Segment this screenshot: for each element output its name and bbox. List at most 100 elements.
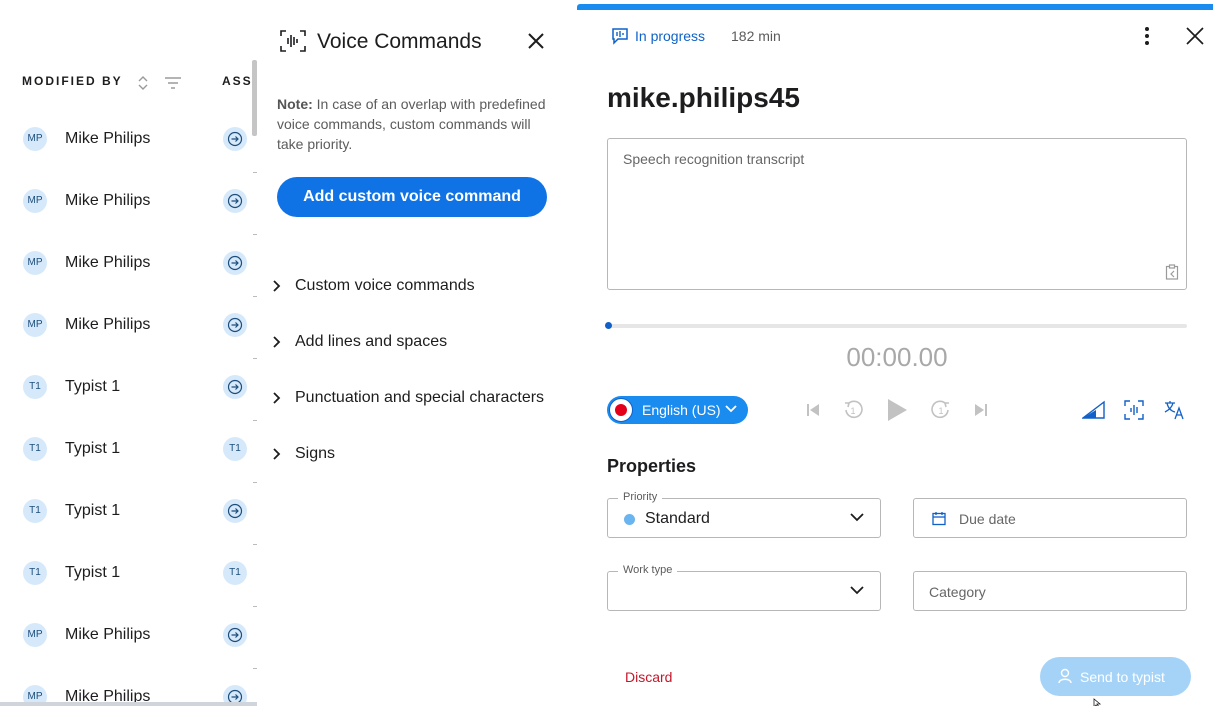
modified-by-name: Mike Philips bbox=[65, 192, 151, 209]
job-detail-panel: In progress 182 min mike.philips45 00:00… bbox=[577, 0, 1213, 706]
table-row[interactable]: T1 Typist 1 T1 bbox=[0, 544, 257, 592]
section-punctuation[interactable]: Punctuation and special characters bbox=[271, 387, 571, 409]
table-row[interactable]: MP Mike Philips bbox=[0, 606, 257, 654]
assignee-avatar[interactable]: T1 bbox=[223, 561, 247, 585]
avatar: MP bbox=[23, 313, 47, 337]
language-label: English (US) bbox=[642, 402, 721, 418]
avatar: MP bbox=[23, 189, 47, 213]
seek-handle[interactable] bbox=[605, 322, 612, 329]
send-to-typist-button[interactable]: Send to typist bbox=[1040, 657, 1191, 696]
due-date-placeholder: Due date bbox=[959, 511, 1016, 527]
voice-commands-panel: Voice Commands Note: In case of an overl… bbox=[257, 0, 577, 706]
properties-title: Properties bbox=[607, 456, 697, 476]
section-label: Punctuation and special characters bbox=[295, 389, 545, 406]
job-list-pane: MODIFIED BY ASSI MP Mike Philips MP Mike Ph… bbox=[0, 0, 257, 706]
column-header-modified-by[interactable]: MODIFIED BY bbox=[22, 74, 123, 88]
play-icon[interactable] bbox=[885, 398, 909, 427]
avatar: T1 bbox=[23, 561, 47, 585]
table-row[interactable]: T1 Typist 1 bbox=[0, 482, 257, 530]
assign-arrow-icon[interactable] bbox=[223, 127, 247, 151]
category-field[interactable]: Category bbox=[913, 571, 1187, 611]
avatar: MP bbox=[23, 127, 47, 151]
panel-top-accent bbox=[577, 4, 1213, 10]
mouse-cursor-icon bbox=[1093, 698, 1102, 706]
avatar: MP bbox=[23, 623, 47, 647]
table-row[interactable]: T1 Typist 1 T1 bbox=[0, 420, 257, 468]
skip-to-start-icon[interactable] bbox=[806, 403, 820, 422]
modified-by-name: Mike Philips bbox=[65, 626, 151, 643]
assign-arrow-icon[interactable] bbox=[223, 623, 247, 647]
voice-commands-title: Voice Commands bbox=[317, 30, 482, 53]
note-text: In case of an overlap with predefined vo… bbox=[277, 96, 546, 152]
table-row[interactable]: MP Mike Philips bbox=[0, 234, 257, 282]
job-title: mike.philips45 bbox=[607, 82, 800, 113]
assignee-avatar[interactable]: T1 bbox=[223, 437, 247, 461]
chevron-right-icon bbox=[273, 448, 281, 460]
duration-text: 182 min bbox=[731, 28, 781, 44]
list-horizontal-scrollbar[interactable] bbox=[0, 702, 257, 706]
assign-arrow-icon[interactable] bbox=[223, 251, 247, 275]
section-signs[interactable]: Signs bbox=[271, 443, 571, 465]
playback-seek-bar[interactable] bbox=[607, 324, 1187, 328]
filter-icon[interactable] bbox=[164, 76, 182, 95]
modified-by-name: Mike Philips bbox=[65, 130, 151, 147]
section-label: Signs bbox=[295, 445, 336, 462]
assign-arrow-icon[interactable] bbox=[223, 375, 247, 399]
speech-bubble-icon bbox=[612, 28, 628, 45]
note-label: Note: bbox=[277, 96, 313, 112]
assign-arrow-icon[interactable] bbox=[223, 189, 247, 213]
modified-by-name: Typist 1 bbox=[65, 440, 121, 457]
voice-commands-note: Note: In case of an overlap with predefi… bbox=[277, 94, 547, 154]
section-add-lines-and-spaces[interactable]: Add lines and spaces bbox=[271, 331, 571, 353]
voice-waveform-icon bbox=[279, 28, 307, 59]
modified-by-name: Mike Philips bbox=[65, 254, 151, 271]
avatar: T1 bbox=[23, 375, 47, 399]
volume-icon[interactable] bbox=[1080, 400, 1106, 425]
due-date-field[interactable]: Due date bbox=[913, 498, 1187, 538]
modified-by-name: Mike Philips bbox=[65, 316, 151, 333]
voice-commands-icon[interactable] bbox=[1124, 400, 1144, 425]
table-row[interactable]: MP Mike Philips bbox=[0, 296, 257, 344]
send-to-typist-label: Send to typist bbox=[1080, 669, 1165, 685]
chevron-down-icon bbox=[850, 513, 864, 522]
modified-by-name: Typist 1 bbox=[65, 378, 121, 395]
discard-button[interactable]: Discard bbox=[625, 669, 672, 685]
close-icon[interactable] bbox=[1185, 26, 1205, 46]
more-options-icon[interactable] bbox=[1139, 25, 1155, 47]
work-type-legend: Work type bbox=[618, 564, 678, 576]
record-icon[interactable] bbox=[609, 398, 633, 422]
work-type-select[interactable]: Work type bbox=[607, 564, 881, 611]
assign-arrow-icon[interactable] bbox=[223, 499, 247, 523]
table-row[interactable]: MP Mike Philips bbox=[0, 110, 257, 158]
section-label: Add lines and spaces bbox=[295, 333, 448, 350]
list-header: MODIFIED BY ASSI bbox=[22, 74, 257, 92]
fast-forward-icon[interactable]: 1 bbox=[931, 400, 951, 425]
transcript-textarea[interactable] bbox=[607, 138, 1187, 290]
typist-icon bbox=[1058, 668, 1072, 684]
priority-legend: Priority bbox=[618, 491, 663, 503]
table-row[interactable]: MP Mike Philips bbox=[0, 172, 257, 220]
svg-text:1: 1 bbox=[850, 406, 855, 416]
modified-by-name: Typist 1 bbox=[65, 502, 121, 519]
avatar: T1 bbox=[23, 499, 47, 523]
record-dot bbox=[615, 404, 627, 416]
priority-value: Standard bbox=[645, 510, 710, 527]
chevron-down-icon bbox=[850, 586, 864, 595]
section-custom-voice-commands[interactable]: Custom voice commands bbox=[271, 275, 571, 297]
calendar-icon bbox=[932, 512, 946, 526]
add-custom-voice-command-button[interactable]: Add custom voice command bbox=[277, 177, 547, 217]
priority-dot bbox=[624, 514, 635, 525]
translate-icon[interactable] bbox=[1164, 400, 1186, 425]
table-row[interactable]: T1 Typist 1 bbox=[0, 358, 257, 406]
skip-to-end-icon[interactable] bbox=[974, 403, 988, 422]
chevron-right-icon bbox=[273, 336, 281, 348]
rewind-icon[interactable]: 1 bbox=[843, 400, 863, 425]
assign-arrow-icon[interactable] bbox=[223, 313, 247, 337]
status-text: In progress bbox=[635, 28, 706, 44]
priority-select[interactable]: Priority Standard bbox=[607, 491, 881, 538]
paste-clipboard-icon[interactable] bbox=[1165, 264, 1179, 285]
sort-icon[interactable] bbox=[137, 74, 149, 97]
svg-text:1: 1 bbox=[938, 406, 943, 416]
record-language-button[interactable]: English (US) bbox=[607, 396, 748, 424]
close-icon[interactable] bbox=[527, 32, 545, 50]
